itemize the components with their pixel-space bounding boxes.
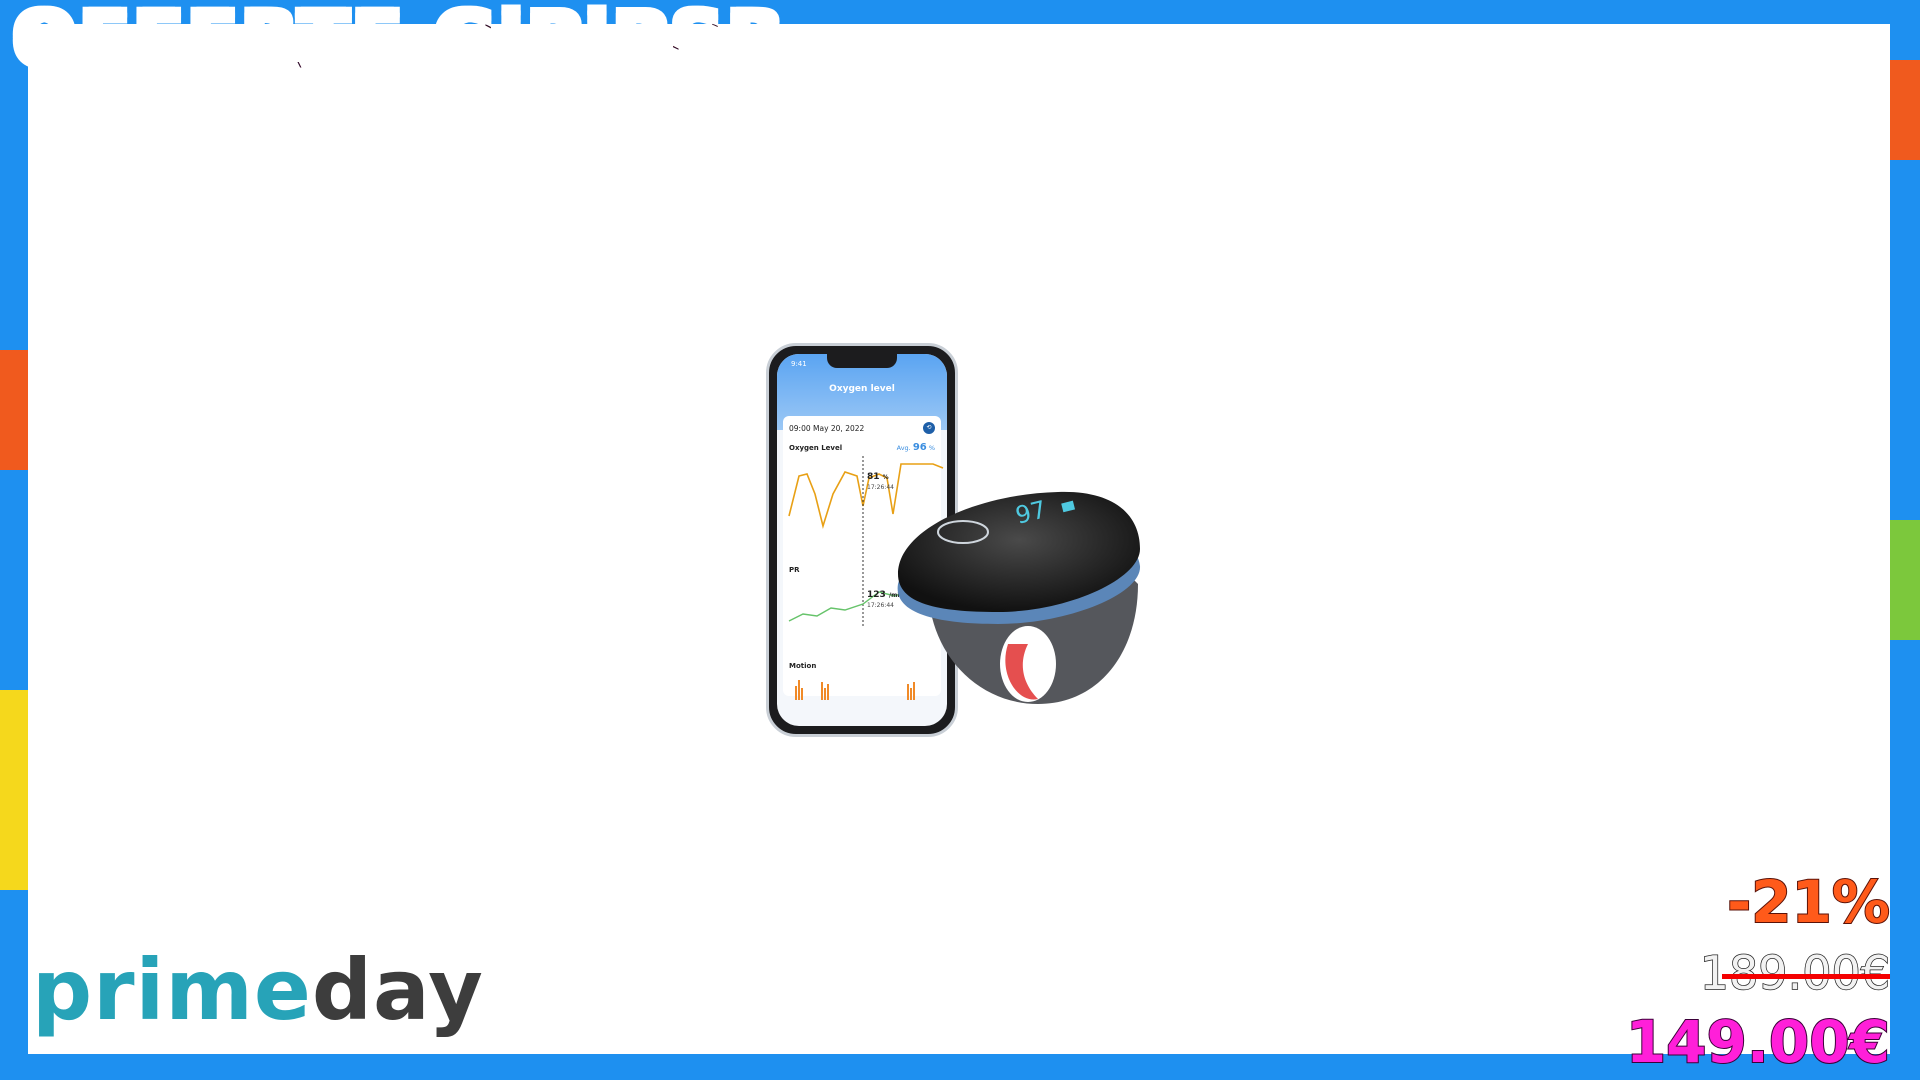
motion-bar: [821, 682, 823, 700]
motion-bar: [824, 688, 826, 700]
banner-title-text: OFFERTE GiPiPSB: [9, 0, 786, 86]
new-price: 149.00€: [1625, 1007, 1891, 1077]
bg-decoration-green-right: [1890, 520, 1920, 640]
screen-title: Oxygen level: [829, 384, 895, 394]
bg-decoration-yellow: [0, 690, 28, 890]
phone-notch: [827, 354, 897, 368]
bg-decoration-orange: [0, 350, 28, 470]
motion-bar: [798, 680, 800, 700]
motion-bar: [795, 686, 797, 700]
product-frame: 9:41 Oxygen level 09:00 May 20, 2022 ⟲ O…: [9, 0, 1891, 1077]
discount-badge: -21%: [1726, 867, 1891, 937]
pr-label: PR: [789, 566, 800, 574]
prime-day-logo: primeday: [32, 948, 484, 1032]
bg-decoration-orange-right: [1890, 60, 1920, 160]
prime-logo-word: prime: [32, 941, 312, 1039]
motion-label: Motion: [789, 662, 817, 670]
motion-bar: [827, 684, 829, 700]
motion-bar: [801, 688, 803, 700]
status-time: 9:41: [791, 360, 807, 368]
day-logo-word: day: [311, 941, 484, 1039]
banner-title: OFFERTE GiPiPSB: [9, 0, 786, 86]
oxygen-ring-device: 97: [897, 491, 1141, 704]
old-price: 189.00€: [1699, 945, 1891, 1001]
old-price-strikethrough: [1722, 974, 1890, 979]
